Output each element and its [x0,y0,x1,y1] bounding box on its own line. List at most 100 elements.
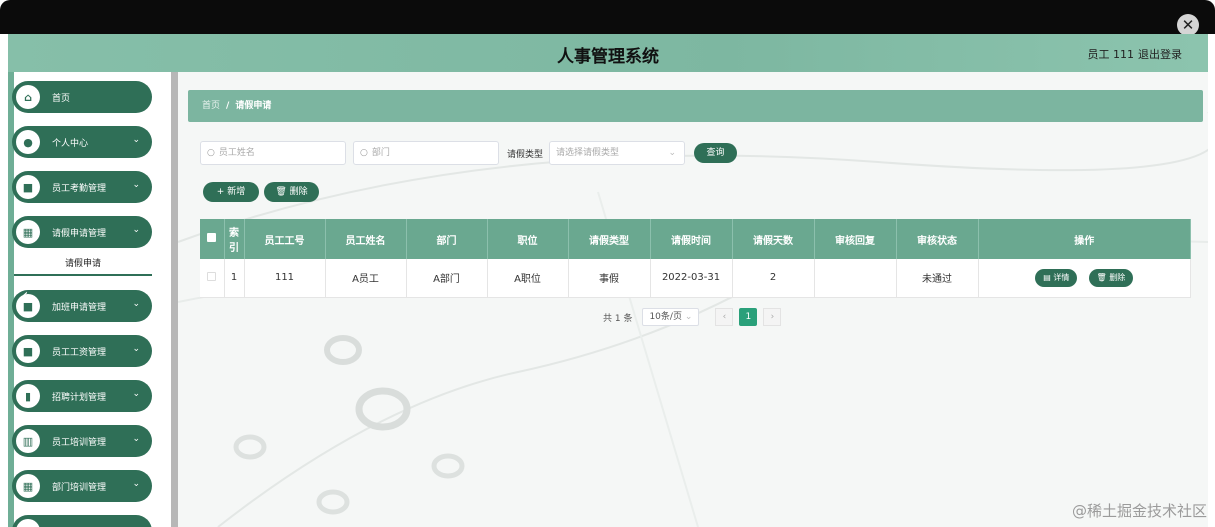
add-button[interactable]: + 新增 [203,182,259,202]
employee-name-search-input[interactable]: ○ 员工姓名 [200,141,346,165]
grid-icon: ▦ [16,474,40,498]
table-row: 1 111 A员工 A部门 A职位 事假 2022-03-31 2 未通过 ▤ … [200,259,1191,298]
sidebar-item-recruitment[interactable]: ▮ 招聘计划管理 ⌄ [12,380,152,412]
clipboard-icon: ■ [16,175,40,199]
sidebar-item-label: 请假申请管理 [52,228,107,239]
breadcrumb-current: 请假申请 [235,101,272,111]
sidebar-item-label: 招聘计划管理 [52,392,107,403]
sidebar-item-overtime[interactable]: ■ 加班申请管理 ⌄ [12,290,152,322]
chevron-down-icon: ⌄ [132,389,140,399]
window-titlebar: ✕ [0,0,1215,36]
col-dept: 部门 [406,219,488,259]
search-icon: ○ [360,148,368,158]
home-icon: ⌂ [16,85,40,109]
col-emp-no: 员工工号 [244,219,326,259]
pagination: 共 1 条 10条/页 ⌄ ‹ 1 › [603,308,782,326]
current-user: 员工 111 [1087,48,1135,61]
page-number-current[interactable]: 1 [739,308,758,326]
col-name: 员工姓名 [325,219,407,259]
cell-leave-type: 事假 [568,259,651,298]
sidebar-item-label: 员工考勤管理 [52,183,107,194]
add-button-label: 新增 [227,187,246,197]
select-all-header[interactable] [200,219,225,259]
sidebar-item-dept-training[interactable]: ▦ 部门培训管理 ⌄ [12,470,152,502]
department-placeholder: 部门 [371,148,390,158]
leave-table: 索引 员工工号 员工姓名 部门 职位 请假类型 请假时间 请假天数 审核回复 审… [200,219,1191,298]
sidebar-item-employee-training[interactable]: ▥ 员工培训管理 ⌄ [12,425,152,457]
col-review-reply: 审核回复 [814,219,897,259]
cell-name: A员工 [325,259,407,298]
leave-type-label: 请假类型 [507,150,544,160]
cell-position: A职位 [487,259,569,298]
doc-icon: ▤ [1043,272,1054,282]
sidebar-item-more[interactable] [12,515,152,527]
sidebar-item-personal-center[interactable]: ● 个人中心 ⌄ [12,126,152,158]
chevron-down-icon: ⌄ [132,479,140,489]
menu-item-icon [16,519,40,527]
cell-leave-time: 2022-03-31 [650,259,733,298]
chevron-down-icon: ⌄ [132,434,140,444]
cell-actions: ▤ 详情 🗑 删除 [978,259,1191,298]
query-button[interactable]: 查询 [694,143,737,163]
grid-icon: ▦ [16,220,40,244]
sidebar-subitem-leave-apply[interactable]: 请假申请 [14,254,152,276]
sidebar-item-leave[interactable]: ▦ 请假申请管理 ⌄ [12,216,152,248]
employee-name-placeholder: 员工姓名 [218,148,255,158]
col-index: 索引 [224,219,245,259]
bar-chart-icon: ▥ [16,429,40,453]
col-actions: 操作 [978,219,1191,259]
next-page-button[interactable]: › [763,308,782,326]
sidebar-item-label: 员工工资管理 [52,347,107,358]
sidebar-scrollbar[interactable] [171,72,178,527]
cell-review-reply [814,259,897,298]
row-select-cell[interactable] [200,259,225,298]
prev-page-button[interactable]: ‹ [715,308,734,326]
collapse-arrow-icon[interactable]: ‹ [22,285,28,304]
pagination-total: 共 1 条 [603,313,633,324]
delete-button-label: 删除 [289,187,308,197]
clipboard-icon: ■ [16,339,40,363]
col-leave-days: 请假天数 [732,219,815,259]
row-checkbox[interactable] [207,271,217,281]
page-size-value: 10条/页 [649,312,682,322]
sidebar-item-home[interactable]: ⌂ 首页 [12,81,152,113]
trash-icon: 🗑 [1096,272,1107,282]
chevron-down-icon: ⌄ [684,312,693,322]
search-icon: ○ [207,148,215,158]
trash-icon: 🗑 [275,187,287,197]
sidebar-item-label: 首页 [52,93,71,104]
chevron-down-icon: ⌄ [132,225,140,235]
detail-button[interactable]: ▤ 详情 [1035,268,1078,287]
leave-type-placeholder: 请选择请假类型 [556,148,620,158]
sidebar-item-label: 员工培训管理 [52,437,107,448]
close-icon[interactable]: ✕ [1177,14,1199,36]
breadcrumb-separator: / [226,101,230,111]
row-delete-button[interactable]: 🗑 删除 [1088,268,1134,287]
page-size-select[interactable]: 10条/页 ⌄ [642,308,700,326]
chevron-down-icon: ⌄ [132,180,140,190]
breadcrumb-home[interactable]: 首页 [202,101,220,111]
detail-button-label: 详情 [1053,272,1070,282]
leave-type-select[interactable]: 请选择请假类型 ⌄ [549,141,685,165]
sidebar-item-label: 加班申请管理 [52,302,107,313]
chart-icon: ▮ [16,384,40,408]
plus-icon: + [216,187,225,197]
table-header-row: 索引 员工工号 员工姓名 部门 职位 请假类型 请假时间 请假天数 审核回复 审… [200,219,1191,259]
user-icon: ● [16,130,40,154]
col-leave-type: 请假类型 [568,219,651,259]
col-position: 职位 [487,219,569,259]
cell-index: 1 [224,259,245,298]
cell-dept: A部门 [406,259,488,298]
main-content: 首页 / 请假申请 ○ 员工姓名 ○ 部门 请假类型 请选择请假类型 ⌄ 查询 + 新增… [178,72,1208,527]
department-search-input[interactable]: ○ 部门 [353,141,499,165]
cell-review-status: 未通过 [896,259,979,298]
col-review-status: 审核状态 [896,219,979,259]
logout-link[interactable]: 退出登录 [1138,46,1182,62]
col-leave-time: 请假时间 [650,219,733,259]
delete-button[interactable]: 🗑 删除 [264,182,319,202]
sidebar-item-attendance[interactable]: ■ 员工考勤管理 ⌄ [12,171,152,203]
sidebar-item-salary[interactable]: ■ 员工工资管理 ⌄ [12,335,152,367]
chevron-down-icon: ⌄ [132,299,140,309]
row-delete-label: 删除 [1109,272,1126,282]
select-all-checkbox[interactable] [207,233,217,242]
